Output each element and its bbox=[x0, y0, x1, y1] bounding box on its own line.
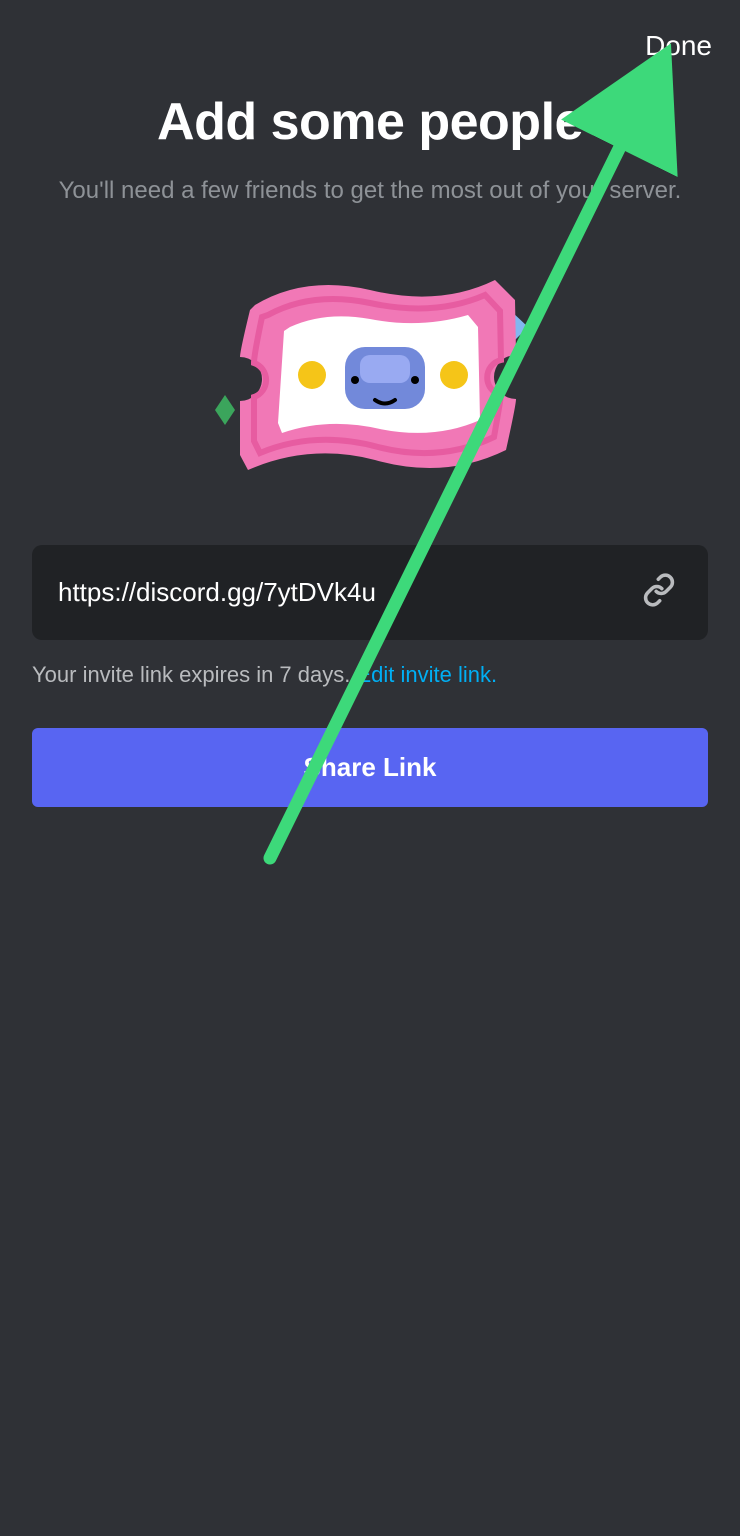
expire-label: Your invite link expires in 7 days. bbox=[32, 662, 356, 687]
invite-expire-text: Your invite link expires in 7 days. Edit… bbox=[32, 662, 708, 688]
invite-link-box[interactable]: https://discord.gg/7ytDVk4u bbox=[32, 545, 708, 640]
share-link-button[interactable]: Share Link bbox=[32, 728, 708, 807]
invite-url-text: https://discord.gg/7ytDVk4u bbox=[58, 577, 376, 608]
ticket-illustration bbox=[0, 255, 740, 485]
page-title: Add some people bbox=[0, 92, 740, 152]
done-button[interactable]: Done bbox=[645, 30, 712, 62]
edit-invite-link[interactable]: Edit invite link. bbox=[356, 662, 497, 687]
link-icon bbox=[642, 573, 676, 612]
page-subtitle: You'll need a few friends to get the mos… bbox=[0, 174, 740, 209]
